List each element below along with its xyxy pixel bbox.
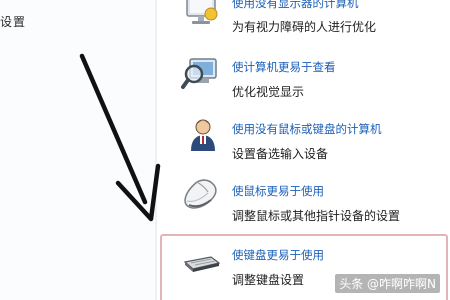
ease-of-access-window: 设置 使用没有显示器的计算机 为有视力障碍的人进行优化 使计算机更易于查看 优化… [0,0,450,300]
annotation-arrow-icon [79,53,161,222]
watermark: 头条 @咋啊咋啊N [335,274,440,293]
